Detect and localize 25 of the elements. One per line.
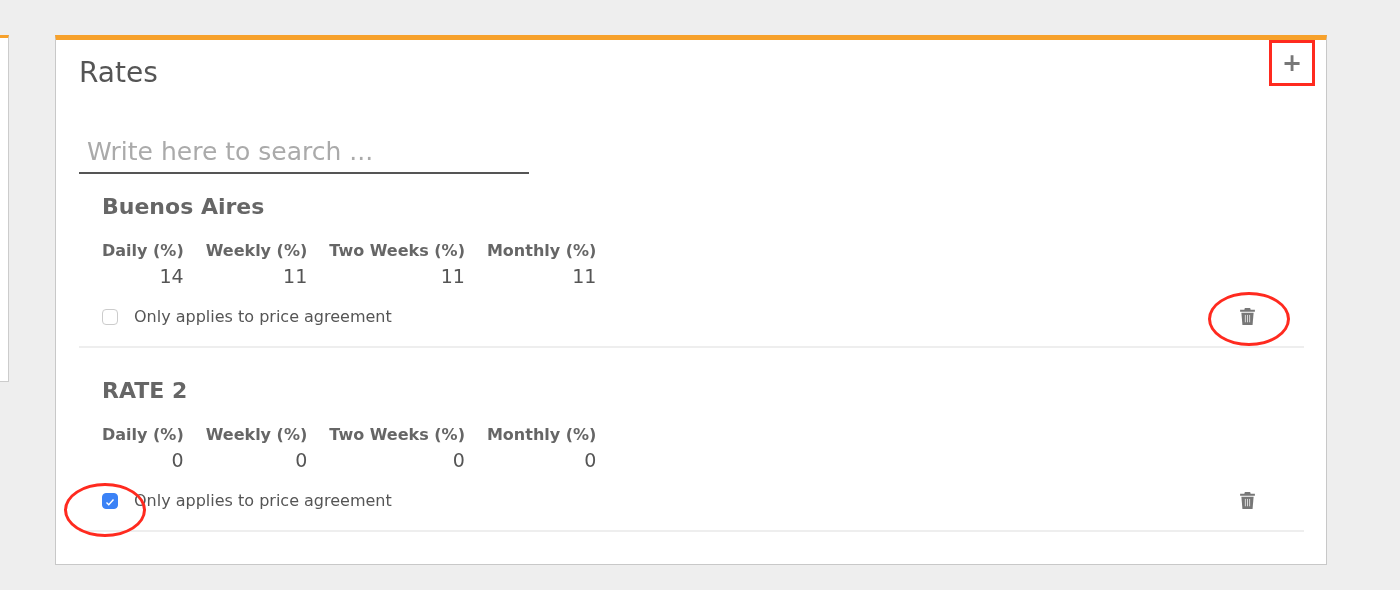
- rate-value: 14: [159, 265, 184, 287]
- trash-icon[interactable]: [1239, 491, 1256, 510]
- checkbox[interactable]: [102, 492, 118, 509]
- checkbox-label: Only applies to price agreement: [134, 307, 392, 326]
- rate-value: 11: [440, 265, 465, 287]
- rate-value: 0: [171, 449, 184, 471]
- column-header: Daily (%): [102, 241, 184, 260]
- column-header: Monthly (%): [486, 425, 597, 444]
- rate-value: 0: [584, 449, 597, 471]
- add-button[interactable]: +: [1279, 48, 1305, 78]
- column-header: Monthly (%): [486, 241, 597, 260]
- rate-name: Buenos Aires: [102, 194, 266, 219]
- panel-title: Rates: [79, 56, 158, 89]
- checkbox[interactable]: [102, 308, 118, 325]
- rate-value: 0: [452, 449, 465, 471]
- trash-icon[interactable]: [1239, 307, 1256, 326]
- column-header: Two Weeks (%): [329, 241, 465, 260]
- column-header: Weekly (%): [205, 425, 308, 444]
- column-header: Daily (%): [102, 425, 184, 444]
- rate-value: 11: [283, 265, 308, 287]
- column-header: Weekly (%): [205, 241, 308, 260]
- rate-value: 11: [572, 265, 597, 287]
- column-header: Two Weeks (%): [329, 425, 465, 444]
- rate-name: RATE 2: [102, 378, 189, 403]
- rate-value: 0: [295, 449, 308, 471]
